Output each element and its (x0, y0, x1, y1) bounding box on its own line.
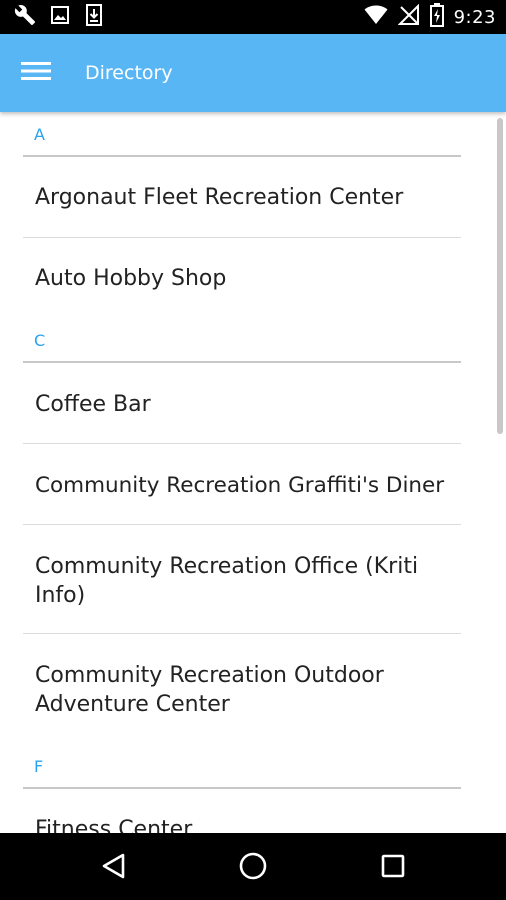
list-item[interactable]: Community Recreation Office (Kriti Info) (23, 525, 461, 633)
list-item[interactable]: Community Recreation Graffiti's Diner (23, 444, 461, 524)
status-right-icons: 9:23 (364, 3, 496, 31)
menu-button[interactable] (16, 53, 56, 93)
wrench-icon (14, 4, 36, 30)
back-button[interactable] (91, 846, 135, 890)
download-icon (84, 4, 104, 30)
section-header-a: A (34, 125, 45, 144)
no-signal-icon (397, 3, 420, 30)
list-item-label: Coffee Bar (35, 392, 151, 417)
list-item-label: Community Recreation Office (Kriti Info) (35, 554, 419, 608)
directory-list[interactable]: A Argonaut Fleet Recreation Center Auto … (0, 112, 506, 833)
wifi-icon (364, 5, 388, 29)
home-button[interactable] (231, 846, 275, 890)
recents-square-icon (380, 853, 406, 883)
section-header-f: F (34, 757, 44, 776)
list-item[interactable]: Fitness Center (23, 789, 461, 833)
page-title: Directory (85, 62, 173, 84)
list-item[interactable]: Community Recreation Outdoor Adventure C… (23, 634, 461, 742)
back-triangle-icon (100, 852, 126, 884)
list-item[interactable]: Argonaut Fleet Recreation Center (23, 157, 461, 237)
section-header-c: C (34, 331, 46, 350)
status-bar: 9:23 (0, 0, 506, 34)
list-item[interactable]: Auto Hobby Shop (23, 238, 461, 318)
list-item-label: Community Recreation Outdoor Adventure C… (35, 663, 384, 717)
status-time: 9:23 (453, 6, 496, 28)
image-icon (50, 5, 70, 29)
list-item-label: Auto Hobby Shop (35, 266, 227, 291)
list-item[interactable]: Coffee Bar (23, 363, 461, 443)
app-bar: Directory (0, 34, 506, 112)
screen: 9:23 Directory A Argonaut Fleet Recreati… (0, 0, 506, 900)
list-item-label: Fitness Center (35, 817, 193, 833)
navigation-bar (0, 833, 506, 900)
home-circle-icon (238, 851, 268, 885)
list-item-label: Argonaut Fleet Recreation Center (35, 185, 404, 210)
list-item-label: Community Recreation Graffiti's Diner (35, 473, 445, 498)
hamburger-menu-icon (21, 61, 51, 85)
battery-charging-icon (429, 3, 444, 31)
recents-button[interactable] (371, 846, 415, 890)
scrollbar[interactable] (497, 118, 503, 434)
status-left-icons (14, 4, 104, 30)
